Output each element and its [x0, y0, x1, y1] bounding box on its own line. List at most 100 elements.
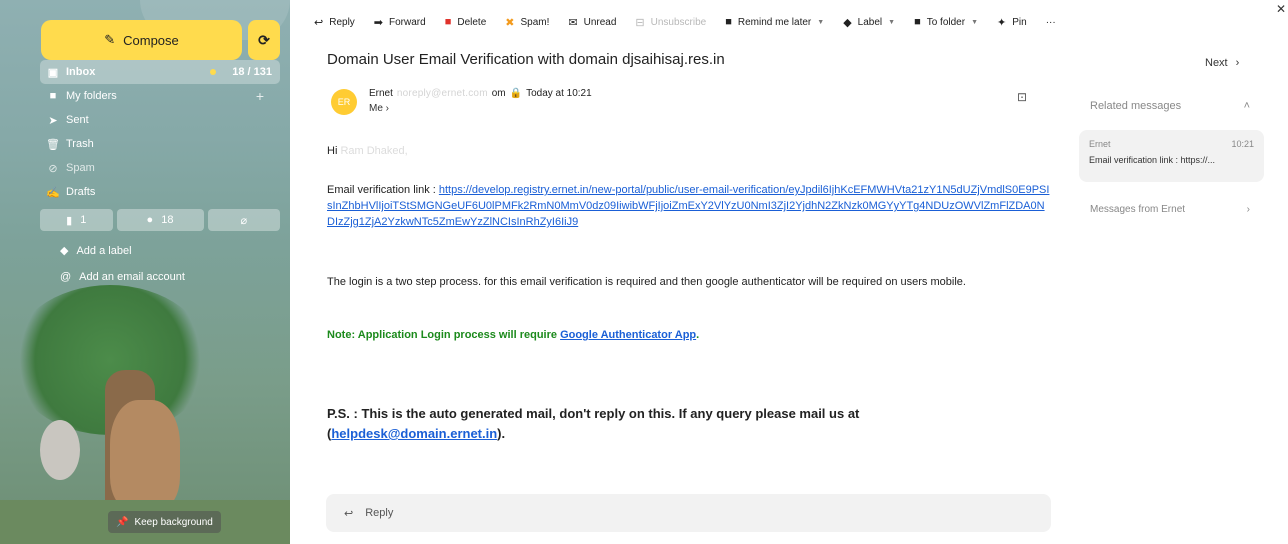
- note-prefix: Note: Application Login process will req…: [327, 329, 561, 341]
- next-message-button[interactable]: Next ›: [1205, 57, 1239, 69]
- sidebar: ✎ Compose ⟳ ▣ Inbox 18 / 131 ■ My folder…: [0, 0, 290, 544]
- chevron-right-icon: ›: [1235, 57, 1240, 69]
- chevron-down-icon: ▼: [888, 18, 896, 26]
- filter-unread[interactable]: ● 18: [116, 209, 204, 231]
- flagged-count: 1: [80, 214, 87, 226]
- related-messages-header[interactable]: Related messages ˄: [1090, 100, 1250, 112]
- sidebar-item-my-folders[interactable]: ■ My folders +: [40, 84, 280, 108]
- paperclip-icon: ⌀: [240, 214, 248, 227]
- pin-button[interactable]: ✦ Pin: [997, 16, 1027, 29]
- keep-background-label: Keep background: [134, 516, 213, 528]
- close-icon[interactable]: ✕: [1276, 2, 1286, 16]
- filter-flagged[interactable]: ▮ 1: [40, 209, 113, 231]
- add-label-link[interactable]: ◆ Add a label: [60, 244, 132, 258]
- helpdesk-link[interactable]: helpdesk@domain.ernet.in: [331, 426, 497, 441]
- messages-from-sender-link[interactable]: Messages from Ernet ›: [1090, 204, 1250, 215]
- google-authenticator-link[interactable]: Google Authenticator App: [560, 329, 696, 341]
- add-account-link[interactable]: @ Add an email account: [60, 271, 185, 283]
- label-button[interactable]: ◆ Label ▼: [843, 16, 895, 29]
- verification-paragraph: Email verification link : https://develo…: [327, 182, 1052, 230]
- bookmark-icon: ▮: [66, 214, 73, 227]
- sidebar-item-spam[interactable]: ⊘ Spam: [40, 156, 280, 180]
- quick-filters: ▮ 1 ● 18 ⌀: [40, 209, 280, 231]
- message-subject: Domain User Email Verification with doma…: [327, 51, 725, 68]
- pin-icon: 📌: [116, 516, 129, 528]
- forward-label: Forward: [389, 16, 426, 28]
- greeting-text: Hi: [327, 145, 338, 157]
- sidebar-item-label: Inbox: [66, 66, 96, 78]
- quick-reply-bar[interactable]: ↩ Reply: [326, 494, 1051, 532]
- to-folder-button[interactable]: ■ To folder ▼: [914, 16, 978, 28]
- lock-icon: 🔒: [509, 88, 523, 99]
- inbox-count: 18 / 131: [232, 66, 272, 78]
- ps-paragraph: P.S. : This is the auto generated mail, …: [327, 404, 1027, 444]
- sidebar-item-sent[interactable]: ➤ Sent: [40, 108, 280, 132]
- delete-button[interactable]: ■ Delete: [445, 16, 487, 28]
- more-button[interactable]: ···: [1046, 17, 1056, 28]
- add-folder-icon[interactable]: +: [256, 88, 264, 104]
- avatar[interactable]: ER: [331, 89, 357, 115]
- related-snippet: Email verification link : https://...: [1089, 155, 1216, 165]
- reply-icon: ↩: [344, 507, 354, 520]
- chevron-up-icon: ˄: [1243, 100, 1250, 112]
- keep-background-button[interactable]: 📌 Keep background: [108, 511, 221, 533]
- sender-name: Ernet: [369, 88, 393, 99]
- add-label-text: Add a label: [76, 244, 132, 257]
- quick-reply-label: Reply: [365, 507, 394, 519]
- folder-icon: ■: [914, 16, 921, 28]
- translate-icon[interactable]: ⊡: [1017, 90, 1027, 104]
- related-header-label: Related messages: [1090, 100, 1182, 112]
- sender-email-blurred: noreply@ernet.com: [396, 88, 488, 99]
- tag-icon: ◆: [843, 16, 852, 29]
- reply-icon: ↩: [314, 16, 324, 29]
- recipient[interactable]: Me ›: [369, 103, 389, 114]
- pin-icon: ✦: [997, 16, 1007, 29]
- label-label: Label: [857, 16, 883, 28]
- ps-suffix: ).: [497, 426, 506, 441]
- reply-button[interactable]: ↩ Reply: [314, 16, 355, 29]
- forward-button[interactable]: ➡ Forward: [374, 16, 426, 29]
- unread-label: Unread: [583, 16, 617, 28]
- chevron-down-icon: ▼: [817, 18, 825, 26]
- folder-icon: ■: [49, 90, 57, 102]
- greeting: Hi Ram Dhaked,: [327, 145, 408, 157]
- message-toolbar: ↩ Reply ➡ Forward ■ Delete ✖ Spam! ✉ Unr…: [300, 0, 1288, 44]
- sidebar-item-trash[interactable]: 🗑 Trash: [40, 132, 280, 156]
- background-bunny: [40, 420, 80, 480]
- at-icon: @: [60, 271, 72, 283]
- sender-email-tail: om: [491, 88, 506, 99]
- spam-icon: ✖: [505, 16, 515, 29]
- delete-label: Delete: [457, 16, 487, 28]
- unread-button[interactable]: ✉ Unread: [568, 16, 616, 29]
- verification-prefix: Email verification link :: [327, 184, 439, 196]
- inbox-icon: ▣: [47, 66, 59, 79]
- spam-button[interactable]: ✖ Spam!: [505, 16, 549, 29]
- add-account-text: Add an email account: [79, 271, 185, 283]
- sender-line[interactable]: Ernet noreply@ernet.com om 🔒 Today at 10…: [369, 88, 592, 99]
- login-paragraph: The login is a two step process. for thi…: [327, 276, 966, 288]
- filter-attachments[interactable]: ⌀: [207, 209, 280, 231]
- chevron-down-icon: ▼: [971, 18, 979, 26]
- background-bear: [110, 400, 180, 510]
- tag-icon: ◆: [60, 245, 69, 257]
- related-message-card[interactable]: Ernet 10:21 Email verification link : ht…: [1079, 130, 1264, 182]
- message-time: Today at 10:21: [526, 88, 592, 99]
- chevron-right-icon: ›: [1246, 204, 1250, 215]
- folder-list: ▣ Inbox 18 / 131 ■ My folders + ➤ Sent 🗑…: [40, 60, 280, 204]
- sidebar-item-label: My folders: [66, 90, 117, 102]
- sidebar-item-inbox[interactable]: ▣ Inbox 18 / 131: [40, 60, 280, 84]
- remind-later-button[interactable]: ■ Remind me later ▼: [725, 16, 824, 28]
- sidebar-item-label: Spam: [66, 162, 95, 174]
- sidebar-item-label: Trash: [66, 138, 94, 150]
- spam-label: Spam!: [520, 16, 550, 28]
- unsubscribe-button[interactable]: ⊟ Unsubscribe: [635, 16, 706, 29]
- more-icon: ···: [1045, 16, 1056, 28]
- to-folder-label: To folder: [926, 16, 966, 28]
- refresh-icon: ⟳: [258, 31, 270, 48]
- spam-icon: ⊘: [48, 162, 58, 175]
- forward-icon: ➡: [373, 16, 384, 29]
- sidebar-item-drafts[interactable]: ✍ Drafts: [40, 180, 280, 204]
- dot-icon: ●: [146, 214, 154, 226]
- compose-button[interactable]: ✎ Compose: [41, 20, 242, 60]
- refresh-button[interactable]: ⟳: [248, 20, 280, 60]
